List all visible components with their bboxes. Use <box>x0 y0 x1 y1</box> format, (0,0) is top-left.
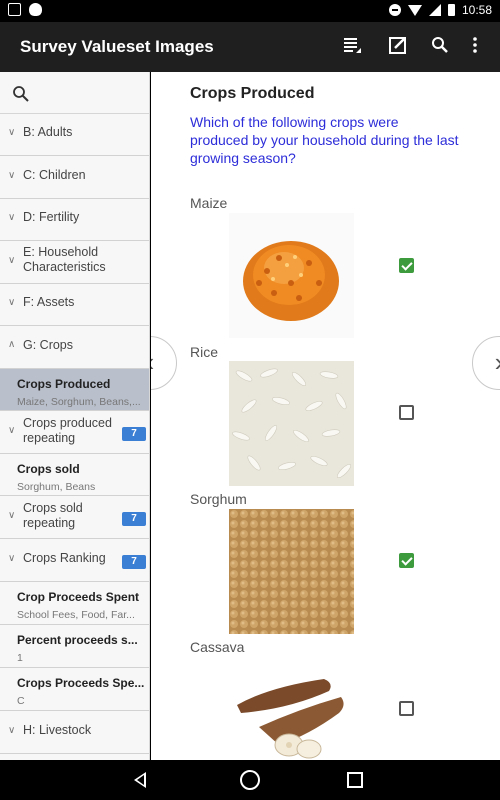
wifi-icon <box>407 4 422 16</box>
recent-apps-icon[interactable] <box>347 772 363 788</box>
sidebar-item-crops-sold[interactable]: Crops sold Sorghum, Beans <box>0 454 149 496</box>
next-page-button[interactable]: › <box>472 336 500 390</box>
option-label-sorghum: Sorghum <box>190 491 247 507</box>
sidebar-item-crops-ranking[interactable]: ∨ Crops Ranking 7 <box>0 539 149 582</box>
status-bar: 10:58 <box>0 0 500 22</box>
battery-icon <box>447 4 455 16</box>
cassava-checkbox[interactable] <box>399 701 414 716</box>
sidebar-item-adults[interactable]: ∨ B: Adults <box>0 114 149 156</box>
overflow-menu-icon[interactable] <box>463 35 487 59</box>
count-badge: 7 <box>122 427 146 441</box>
sidebar-item-crops-sold-repeating[interactable]: ∨ Crops sold repeating 7 <box>0 496 149 539</box>
cassava-image[interactable] <box>229 657 354 760</box>
sidebar-item-crop-proceeds-spent[interactable]: Crop Proceeds Spent School Fees, Food, F… <box>0 582 149 625</box>
count-badge: 7 <box>122 555 146 569</box>
previous-page-button[interactable]: ‹ <box>151 336 177 390</box>
chevron-down-icon: ∨ <box>8 725 16 736</box>
rice-image[interactable] <box>229 361 354 486</box>
sorghum-checkbox[interactable] <box>399 553 414 568</box>
chevron-down-icon: ∨ <box>8 127 16 138</box>
sidebar-item-children[interactable]: ∨ C: Children <box>0 156 149 199</box>
chevron-down-icon: ∨ <box>8 212 16 223</box>
maize-checkbox[interactable] <box>399 258 414 273</box>
cell-signal-icon <box>428 4 441 16</box>
count-badge: 7 <box>122 512 146 526</box>
android-notification-icon <box>29 3 42 16</box>
system-navigation-bar <box>0 760 500 800</box>
chevron-down-icon: ∨ <box>8 255 16 266</box>
chevron-down-icon: ∨ <box>8 425 16 436</box>
sidebar-item-percent-proceeds-spent[interactable]: Percent proceeds s... 1 <box>0 625 149 668</box>
gallery-notification-icon <box>8 3 21 16</box>
sidebar-item-fertility[interactable]: ∨ D: Fertility <box>0 199 149 241</box>
maize-image[interactable] <box>229 213 354 338</box>
chevron-down-icon: ∨ <box>8 170 16 181</box>
chevron-up-icon: ∧ <box>8 339 16 350</box>
question-prompt: Which of the following crops were produc… <box>190 114 459 166</box>
do-not-disturb-icon <box>388 4 401 16</box>
section-sidebar: ∨ B: Adults ∨ C: Children ∨ D: Fertility… <box>0 72 150 760</box>
question-panel: Crops Produced Which of the following cr… <box>151 72 500 760</box>
app-bar: Survey Valueset Images <box>0 22 500 72</box>
sidebar-search[interactable] <box>0 72 149 114</box>
sidebar-item-crops-produced-repeating[interactable]: ∨ Crops produced repeating 7 <box>0 411 149 454</box>
back-icon[interactable] <box>134 772 146 788</box>
chevron-down-icon: ∨ <box>8 510 16 521</box>
sidebar-item-crops-produced[interactable]: Crops Produced Maize, Sorghum, Beans,... <box>0 369 149 411</box>
sidebar-item-assets[interactable]: ∨ F: Assets <box>0 284 149 326</box>
edit-icon[interactable] <box>386 35 410 59</box>
sidebar-item-crops-proceeds-spent[interactable]: Crops Proceeds Spe... C <box>0 668 149 711</box>
option-label-rice: Rice <box>190 344 219 360</box>
clock: 10:58 <box>461 3 492 17</box>
sidebar-item-household-characteristics[interactable]: ∨ E: Household Characteristics <box>0 241 149 284</box>
sidebar-item-crops[interactable]: ∧ G: Crops <box>0 326 149 369</box>
option-label-maize: Maize <box>190 195 228 211</box>
question-title: Crops Produced <box>190 85 315 102</box>
rice-checkbox[interactable] <box>399 405 414 420</box>
search-icon[interactable] <box>12 85 30 103</box>
sidebar-item-livestock[interactable]: ∨ H: Livestock <box>0 711 149 754</box>
app-title: Survey Valueset Images <box>20 37 214 56</box>
home-icon[interactable] <box>240 770 260 790</box>
list-icon[interactable] <box>340 35 364 59</box>
option-label-cassava: Cassava <box>190 639 245 655</box>
search-icon[interactable] <box>428 35 452 59</box>
chevron-down-icon: ∨ <box>8 297 16 308</box>
chevron-down-icon: ∨ <box>8 553 16 564</box>
sorghum-image[interactable] <box>229 509 354 634</box>
